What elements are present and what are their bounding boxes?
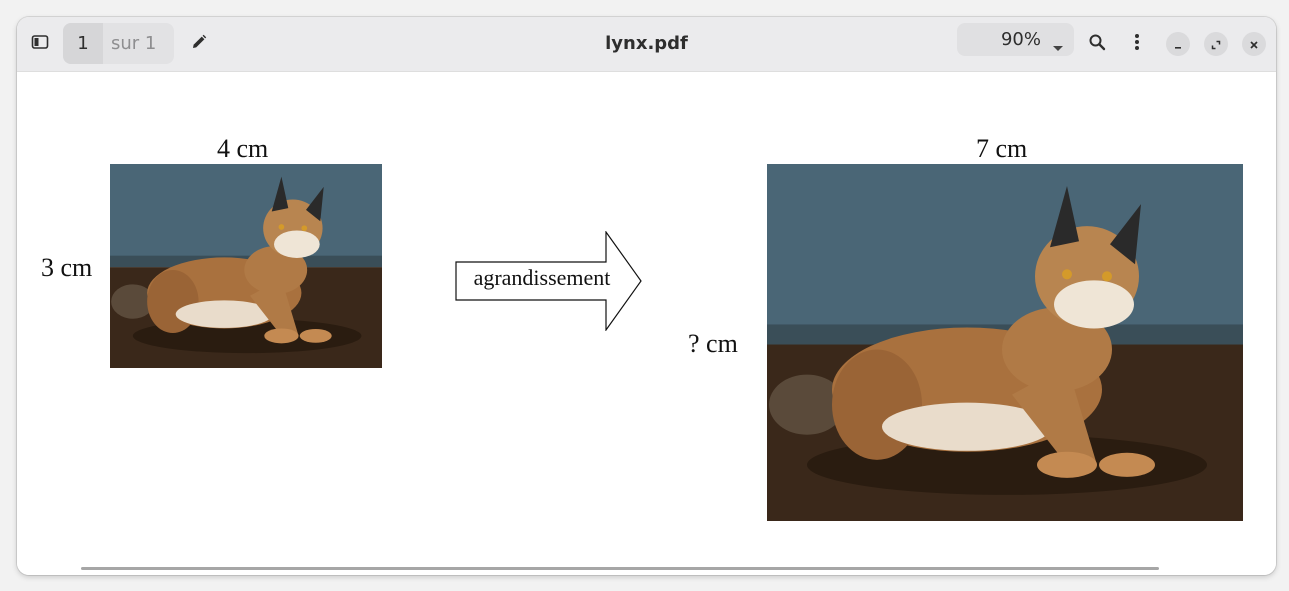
headerbar: 1 sur 1 lynx.pdf 90%	[17, 17, 1276, 72]
search-button[interactable]	[1085, 31, 1109, 57]
close-icon	[1249, 35, 1259, 54]
minimize-icon	[1173, 35, 1183, 54]
large-height-label: ? cm	[688, 329, 738, 358]
document-page: 4 cm 3 cm agrandissement 7 cm ? cm	[17, 72, 1276, 575]
main-menu-button[interactable]	[1125, 31, 1149, 57]
page-navigator: 1 sur 1	[63, 23, 174, 64]
page-number-input[interactable]: 1	[63, 23, 103, 64]
search-icon	[1088, 33, 1106, 55]
small-width-label: 4 cm	[217, 134, 269, 163]
minimize-button[interactable]	[1166, 32, 1190, 56]
pencil-icon	[190, 33, 208, 55]
small-height-label: 3 cm	[41, 253, 93, 282]
chevron-down-icon	[1053, 37, 1063, 56]
zoom-dropdown[interactable]: 90%	[957, 23, 1074, 56]
enlargement-arrow: agrandissement	[455, 230, 643, 332]
zoom-value: 90%	[1000, 29, 1041, 50]
large-lynx-photo	[767, 164, 1243, 521]
maximize-button[interactable]	[1204, 32, 1228, 56]
arrow-label: agrandissement	[473, 265, 611, 290]
sidebar-toggle-icon	[31, 34, 49, 54]
sidebar-toggle-button[interactable]	[28, 30, 52, 58]
maximize-icon	[1211, 35, 1221, 54]
kebab-menu-icon	[1134, 33, 1140, 55]
horizontal-scrollbar[interactable]	[81, 567, 1159, 570]
close-button[interactable]	[1242, 32, 1266, 56]
pdf-viewer-window: 1 sur 1 lynx.pdf 90% 4 cm 3 cm agrandiss…	[17, 17, 1276, 575]
large-width-label: 7 cm	[976, 134, 1028, 163]
page-count-label: sur 1	[111, 33, 157, 54]
annotate-button[interactable]	[187, 31, 211, 57]
small-lynx-photo	[110, 164, 382, 368]
